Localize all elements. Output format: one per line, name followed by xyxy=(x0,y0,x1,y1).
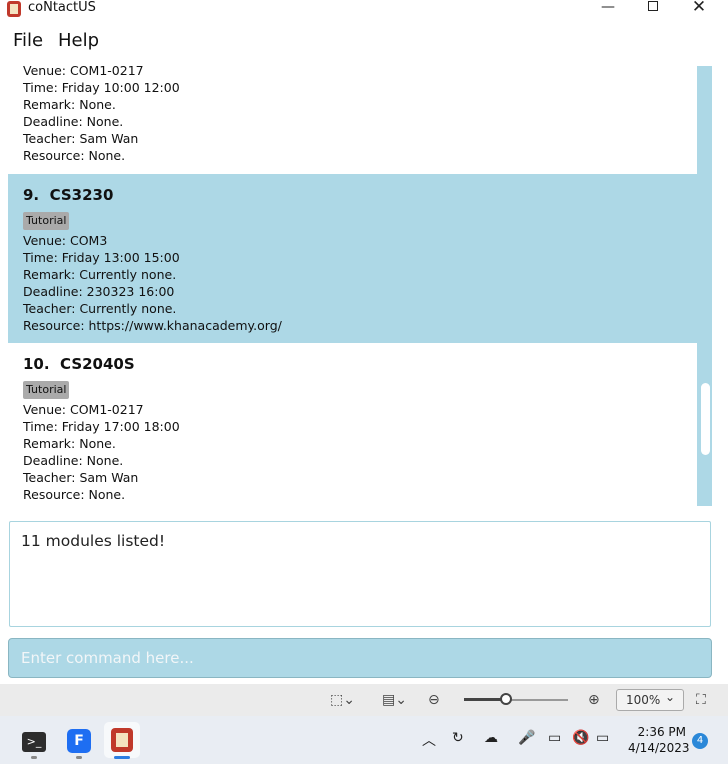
close-button[interactable]: ✕ xyxy=(676,0,722,16)
module-deadline: Deadline: None. xyxy=(23,114,124,129)
notification-badge[interactable]: 4 xyxy=(692,733,708,749)
contactus-icon xyxy=(111,728,133,752)
contactus-taskbar-button[interactable] xyxy=(104,722,140,758)
active-indicator xyxy=(114,756,130,759)
sync-icon[interactable]: ↻ xyxy=(452,730,464,746)
module-time: Time: Friday 13:00 15:00 xyxy=(23,250,180,265)
battery-icon[interactable]: ▭ xyxy=(596,730,609,746)
module-time: Time: Friday 17:00 18:00 xyxy=(23,419,180,434)
annotation-tool-icon[interactable]: ▤⌄ xyxy=(382,692,407,708)
result-display: 11 modules listed! xyxy=(9,521,711,627)
title-bar: coNtactUS — ✕ xyxy=(0,0,728,20)
app-icon: F xyxy=(67,729,91,753)
zoom-slider-knob[interactable] xyxy=(500,693,512,705)
module-card-selected[interactable]: 9. CS3230 Tutorial Venue: COM3 Time: Fri… xyxy=(8,174,697,343)
terminal-taskbar-button[interactable]: >_ xyxy=(16,722,52,758)
taskbar: >_ F ︿ ↻ ☁ 🎤 ▭ 🔇 ▭ 2:36 PM 4/14/2023 4 xyxy=(0,716,728,764)
module-tag: Tutorial xyxy=(23,381,70,399)
zoom-out-icon[interactable]: ⊖ xyxy=(428,692,440,708)
zoom-level-value: 100% xyxy=(626,693,661,707)
terminal-icon: >_ xyxy=(22,732,46,752)
selection-tool-icon[interactable]: ⬚⌄ xyxy=(330,692,355,708)
module-remark: Remark: None. xyxy=(23,97,116,112)
module-deadline: Deadline: None. xyxy=(23,453,124,468)
module-deadline: Deadline: 230323 16:00 xyxy=(23,284,175,299)
clock-time: 2:36 PM xyxy=(637,725,686,739)
module-teacher: Teacher: Sam Wan xyxy=(23,470,139,485)
app-taskbar-button[interactable]: F xyxy=(61,722,97,758)
menu-bar: File Help xyxy=(0,20,722,60)
module-list[interactable]: Venue: COM1-0217 Time: Friday 10:00 12:0… xyxy=(8,66,697,506)
display-icon[interactable]: ▭ xyxy=(548,730,561,746)
module-header: 10. CS2040S xyxy=(23,352,697,376)
module-venue: Venue: COM1-0217 xyxy=(23,66,144,78)
module-remark: Remark: None. xyxy=(23,436,116,451)
module-venue: Venue: COM3 xyxy=(23,233,108,248)
module-resource: Resource: None. xyxy=(23,487,126,502)
module-resource: Resource: None. xyxy=(23,148,126,163)
app-icon xyxy=(7,1,21,17)
menu-help[interactable]: Help xyxy=(58,30,99,51)
scrollbar-thumb[interactable] xyxy=(701,383,710,455)
module-time: Time: Friday 10:00 12:00 xyxy=(23,80,180,95)
maximize-button[interactable] xyxy=(630,0,676,16)
module-resource: Resource: https://www.khanacademy.org/ xyxy=(23,318,282,333)
microphone-icon[interactable]: 🎤 xyxy=(518,730,535,746)
result-text: 11 modules listed! xyxy=(21,532,166,550)
zoom-toolbar: ⬚⌄ ▤⌄ ⊖ ⊕ 100% ⌄ ⛶ xyxy=(0,684,728,716)
zoom-in-icon[interactable]: ⊕ xyxy=(588,692,600,708)
maximize-icon xyxy=(648,1,658,11)
module-teacher: Teacher: Currently none. xyxy=(23,301,177,316)
menu-file[interactable]: File xyxy=(13,30,43,51)
module-tag: Tutorial xyxy=(23,212,70,230)
module-header: 9. CS3230 xyxy=(23,183,697,207)
module-code: CS3230 xyxy=(49,186,114,204)
module-card[interactable]: Venue: COM1-0217 Time: Friday 10:00 12:0… xyxy=(8,66,697,164)
minimize-button[interactable]: — xyxy=(585,0,631,16)
running-indicator xyxy=(31,756,37,759)
module-card[interactable]: 10. CS2040S Tutorial Venue: COM1-0217 Ti… xyxy=(8,343,697,506)
system-clock[interactable]: 2:36 PM 4/14/2023 xyxy=(628,724,690,756)
clock-date: 4/14/2023 xyxy=(628,741,690,755)
fit-screen-icon[interactable]: ⛶ xyxy=(696,692,706,708)
chevron-down-icon: ⌄ xyxy=(664,690,675,704)
window-title: coNtactUS xyxy=(28,0,96,15)
cloud-icon[interactable]: ☁ xyxy=(484,730,498,746)
module-index: 9. xyxy=(23,186,40,204)
module-remark: Remark: Currently none. xyxy=(23,267,177,282)
running-indicator xyxy=(76,756,82,759)
module-teacher: Teacher: Sam Wan xyxy=(23,131,139,146)
command-input[interactable] xyxy=(8,638,712,678)
zoom-level-select[interactable]: 100% ⌄ xyxy=(616,689,684,711)
module-index: 10. xyxy=(23,355,50,373)
volume-muted-icon[interactable]: 🔇 xyxy=(572,730,589,746)
chevron-up-icon[interactable]: ︿ xyxy=(422,730,436,750)
module-code: CS2040S xyxy=(60,355,135,373)
module-venue: Venue: COM1-0217 xyxy=(23,402,144,417)
